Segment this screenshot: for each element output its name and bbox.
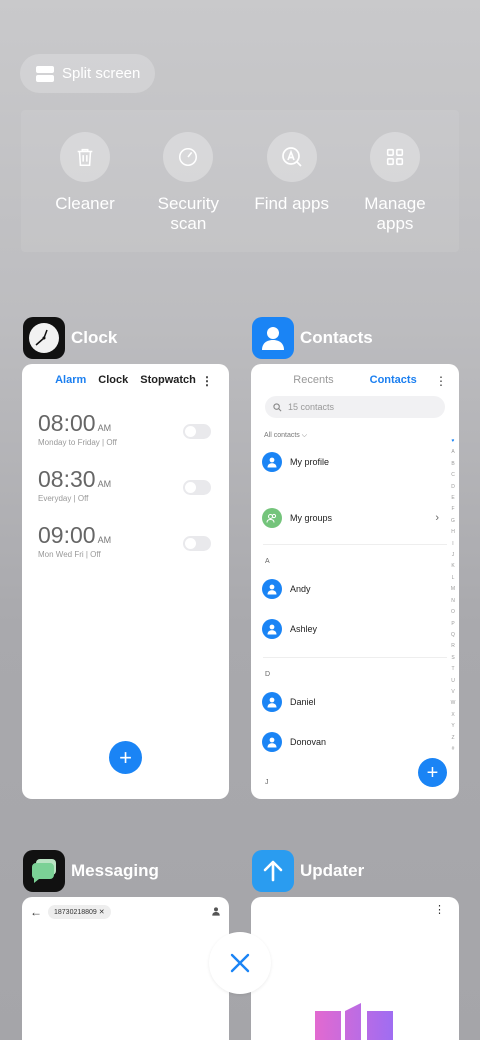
- add-alarm-button[interactable]: +: [109, 741, 142, 774]
- contact-name: Daniel: [290, 697, 316, 707]
- search-placeholder: 15 contacts: [288, 402, 335, 412]
- alarm-detail: Monday to Friday | Off: [38, 438, 117, 447]
- tab-alarm[interactable]: Alarm: [55, 374, 86, 386]
- divider: [263, 657, 447, 658]
- updater-app-header[interactable]: Updater: [252, 850, 364, 892]
- alarm-detail: Mon Wed Fri | Off: [38, 550, 101, 559]
- clock-app-name: Clock: [71, 328, 118, 347]
- contacts-tabs: Recents Contacts ⋮: [251, 374, 459, 388]
- speedometer-icon: [163, 132, 214, 182]
- tab-contacts[interactable]: Contacts: [370, 374, 417, 386]
- tab-stopwatch[interactable]: Stopwatch: [140, 374, 196, 386]
- cleaner-label: Cleaner: [55, 194, 115, 213]
- clear-all-button[interactable]: [209, 932, 271, 994]
- updater-app-name: Updater: [300, 861, 365, 880]
- messaging-app-card[interactable]: ← 18730218809 ✕: [22, 897, 229, 1040]
- contacts-app-header[interactable]: Contacts: [252, 317, 373, 359]
- grid-icon: [369, 132, 420, 182]
- miui-logo: [315, 1003, 393, 1040]
- security-scan-label: Security scan: [157, 194, 220, 233]
- recipient-chip[interactable]: 18730218809 ✕: [48, 905, 111, 919]
- security-scan-button[interactable]: Security scan: [138, 110, 238, 252]
- manage-apps-label: Manage apps: [364, 194, 426, 233]
- alarm-time: 08:30: [38, 466, 96, 492]
- plus-icon: +: [426, 761, 439, 784]
- contact-name: Donovan: [290, 737, 327, 747]
- find-apps-icon: [266, 132, 317, 182]
- contacts-app-name: Contacts: [300, 328, 373, 347]
- split-screen-button[interactable]: Split screen: [20, 54, 155, 93]
- contact-row[interactable]: Donovan: [251, 722, 459, 762]
- clock-app-header[interactable]: Clock: [23, 317, 117, 359]
- tab-recents[interactable]: Recents: [293, 374, 333, 386]
- divider: [263, 544, 447, 545]
- contacts-filter-label: All contacts: [264, 432, 300, 439]
- more-options-icon[interactable]: ⋮: [434, 903, 445, 916]
- quick-actions-panel: Cleaner Security scan Find apps Manage a…: [21, 110, 459, 252]
- close-icon[interactable]: ✕: [99, 909, 105, 916]
- alarm-time: 08:00: [38, 410, 96, 436]
- back-arrow-icon[interactable]: ←: [30, 905, 42, 919]
- my-groups-label: My groups: [290, 513, 333, 523]
- alarm-item[interactable]: 09:00 AM Mon Wed Fri | Off: [22, 522, 229, 578]
- alarm-item[interactable]: 08:00 AM Monday to Friday | Off: [22, 410, 229, 466]
- contacts-search-input[interactable]: 15 contacts: [265, 396, 445, 418]
- alphabet-index[interactable]: ♥ A B C D E F G H I J K L M N O P Q R S T U V W X Y Z #: [449, 436, 457, 755]
- person-icon: [262, 452, 282, 472]
- alarm-detail: Everyday | Off: [38, 494, 89, 503]
- clock-tabs: Alarm Clock Stopwatch ⋮: [22, 374, 229, 388]
- more-options-icon[interactable]: ⋮: [435, 374, 447, 388]
- manage-apps-button[interactable]: Manage apps: [345, 110, 445, 252]
- clock-app-icon: [23, 317, 65, 359]
- person-icon: [262, 619, 282, 639]
- chevron-down-icon: ⌵: [301, 432, 308, 439]
- person-icon: [262, 579, 282, 599]
- section-header: A: [265, 557, 270, 565]
- alarm-ampm: AM: [97, 479, 112, 489]
- contact-row[interactable]: Andy: [251, 569, 459, 609]
- close-icon: [230, 953, 250, 973]
- search-icon: [273, 402, 282, 411]
- updater-app-card[interactable]: ⋮: [251, 897, 459, 1040]
- tab-clock[interactable]: Clock: [98, 374, 128, 386]
- chevron-right-icon: ›: [435, 512, 439, 524]
- contact-row[interactable]: Daniel: [251, 682, 459, 722]
- contacts-app-card[interactable]: Recents Contacts ⋮ 15 contacts All conta…: [251, 364, 459, 799]
- more-options-icon[interactable]: ⋮: [201, 374, 213, 388]
- cleaner-button[interactable]: Cleaner: [35, 110, 135, 252]
- contact-icon[interactable]: [211, 903, 221, 921]
- group-icon: [262, 508, 282, 528]
- split-screen-label: Split screen: [62, 65, 141, 82]
- alarm-ampm: AM: [97, 535, 112, 545]
- alarm-toggle[interactable]: [183, 480, 211, 495]
- plus-icon: +: [119, 744, 132, 770]
- find-apps-label: Find apps: [254, 194, 329, 213]
- my-profile-row[interactable]: My profile: [251, 442, 459, 482]
- person-icon: [262, 732, 282, 752]
- messaging-app-icon: [23, 850, 65, 892]
- alarm-toggle[interactable]: [183, 424, 211, 439]
- my-groups-row[interactable]: My groups ›: [251, 498, 459, 538]
- split-screen-icon: [36, 65, 54, 82]
- alarm-toggle[interactable]: [183, 536, 211, 551]
- person-icon: [262, 692, 282, 712]
- alarm-time: 09:00: [38, 522, 96, 548]
- messaging-app-name: Messaging: [71, 861, 159, 880]
- contact-name: Andy: [290, 584, 311, 594]
- add-contact-button[interactable]: +: [418, 758, 447, 787]
- trash-icon: [60, 132, 110, 182]
- messaging-app-header[interactable]: Messaging: [23, 850, 159, 892]
- recipient-number: 18730218809: [54, 909, 97, 916]
- alarm-item[interactable]: 08:30 AM Everyday | Off: [22, 466, 229, 522]
- contacts-filter[interactable]: All contacts ⌵: [264, 432, 459, 440]
- contacts-app-icon: [252, 317, 294, 359]
- updater-app-icon: [252, 850, 294, 892]
- contact-name: Ashley: [290, 624, 318, 634]
- contact-row[interactable]: Ashley: [251, 609, 459, 649]
- clock-app-card[interactable]: Alarm Clock Stopwatch ⋮ 08:00 AM Monday t…: [22, 364, 229, 799]
- section-header: D: [265, 670, 271, 678]
- find-apps-button[interactable]: Find apps: [242, 110, 342, 252]
- alarm-ampm: AM: [97, 423, 112, 433]
- my-profile-label: My profile: [290, 457, 330, 467]
